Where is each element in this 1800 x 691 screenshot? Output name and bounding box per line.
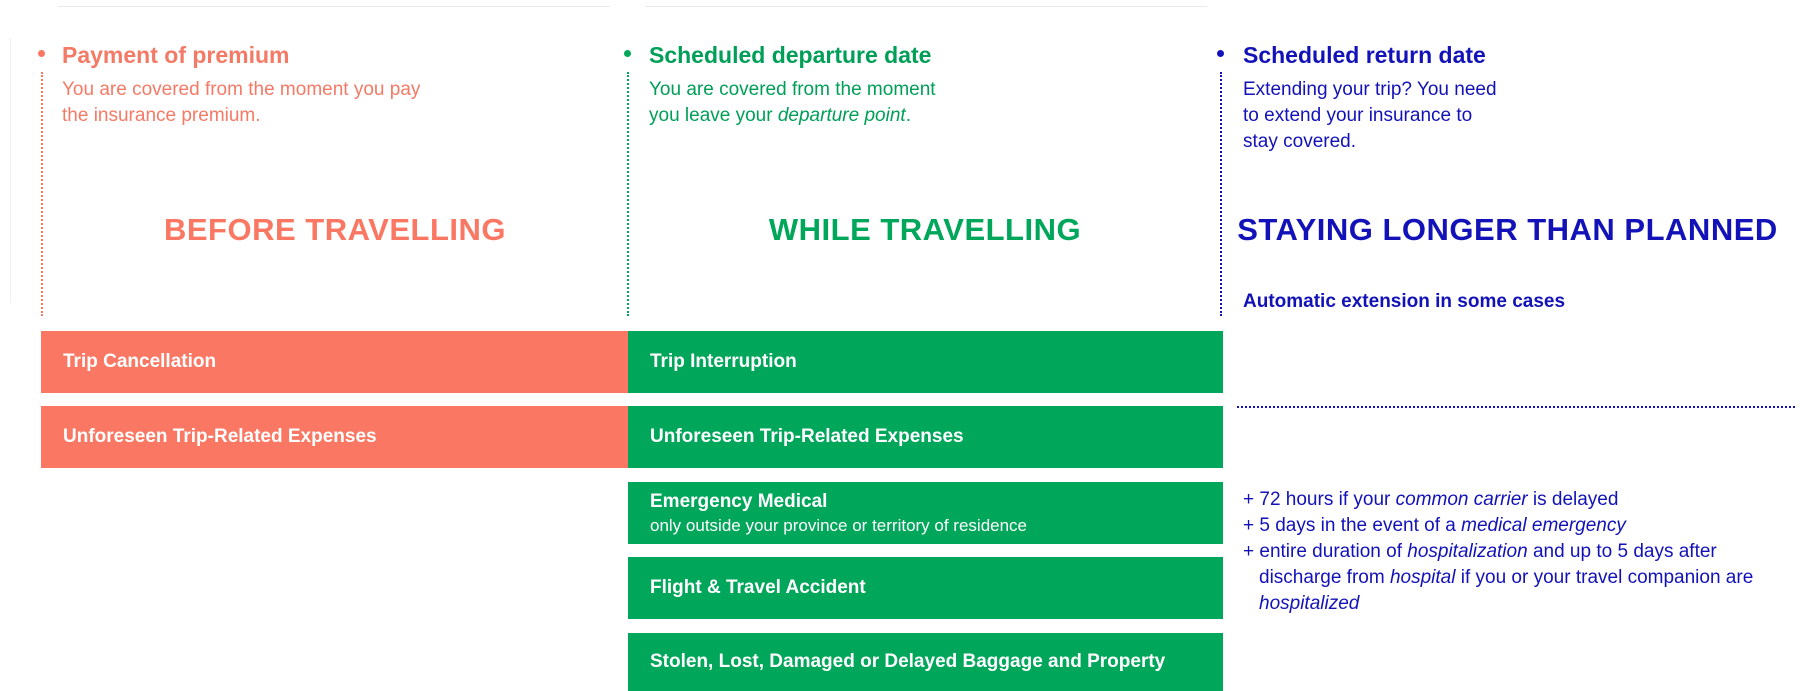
extension-item: + 72 hours if your common carrier is del… [1243,487,1753,513]
extension-item-continued: discharge from hospital if you or your t… [1243,565,1753,591]
premium-title: Payment of premium [62,42,290,68]
extension-term: hospital [1389,567,1456,588]
coverage-label: Trip Cancellation [63,351,217,372]
extension-item-continued: hospitalized [1243,591,1753,617]
phase-heading-while: WHILE TRAVELLING [768,212,1082,247]
coverage-bar-flight-travel-accident: Flight & Travel Accident [628,557,1223,619]
departure-desc-line: you leave your departure point. [649,103,936,129]
coverage-bar-unforeseen-expenses-before: Unforeseen Trip-Related Expenses [41,406,628,468]
timeline-dot-departure [624,50,631,57]
departure-description: You are covered from the moment you leav… [649,77,936,129]
phase-heading-staying: STAYING LONGER THAN PLANNED [1237,212,1778,247]
extension-term: hospitalization [1407,541,1528,562]
premium-desc-line: You are covered from the moment you pay [62,79,421,100]
extension-text: + 5 days in the event of a [1243,515,1462,536]
timeline-line-return [1220,72,1222,316]
extension-term: hospitalized [1259,593,1360,614]
coverage-bar-baggage: Stolen, Lost, Damaged or Delayed Baggage… [628,633,1223,691]
departure-desc-text: you leave your [649,105,778,126]
coverage-label: Unforeseen Trip-Related Expenses [63,426,377,447]
return-desc-line: to extend your insurance to [1243,105,1473,126]
timeline-dot-premium [38,50,45,57]
coverage-label: Emergency Medical [650,490,828,512]
timeline-dot-return [1217,50,1224,57]
top-rule-center [645,6,1207,7]
coverage-bar-trip-interruption: Trip Interruption [628,331,1223,393]
extension-term: medical emergency [1461,515,1626,536]
coverage-bar-unforeseen-expenses-while: Unforeseen Trip-Related Expenses [628,406,1223,468]
extension-text: if you or your travel companion are [1455,567,1754,588]
premium-description: You are covered from the moment you pay … [62,77,420,129]
extension-text: + entire duration of [1243,541,1408,562]
extension-item: + 5 days in the event of a medical emerg… [1243,513,1753,539]
return-desc-line: stay covered. [1243,131,1356,152]
return-desc-line: Extending your trip? You need [1243,79,1497,100]
timeline-line-departure [627,72,629,316]
extension-text: discharge from [1259,567,1390,588]
departure-point-term: departure point [777,105,906,126]
extension-term: common carrier [1395,489,1528,510]
timeline-line-premium [41,72,43,316]
extension-text: is delayed [1527,489,1619,510]
coverage-label: Stolen, Lost, Damaged or Delayed Baggage… [650,651,1166,672]
coverage-label: Unforeseen Trip-Related Expenses [650,426,964,447]
premium-desc-line: the insurance premium. [62,105,261,126]
coverage-bar-trip-cancellation: Trip Cancellation [41,331,628,393]
return-description: Extending your trip? You need to extend … [1243,77,1497,155]
coverage-label: Flight & Travel Accident [650,577,866,598]
return-title: Scheduled return date [1243,42,1486,68]
extension-text: + 72 hours if your [1243,489,1396,510]
phase-heading-before: BEFORE TRAVELLING [163,212,507,247]
extension-list: + 72 hours if your common carrier is del… [1243,487,1753,617]
top-rule-left [58,6,610,7]
extension-text: and up to 5 days after [1527,541,1717,562]
extension-separator [1237,406,1795,408]
extension-item: + entire duration of hospitalization and… [1243,539,1753,565]
left-faint-rule [10,38,11,303]
departure-desc-period: . [905,105,911,126]
departure-title: Scheduled departure date [649,42,932,68]
coverage-label: Trip Interruption [650,351,797,372]
coverage-sublabel: only outside your province or territory … [650,515,1028,535]
departure-desc-line: You are covered from the moment [649,79,936,100]
automatic-extension-note: Automatic extension in some cases [1243,291,1566,312]
coverage-bar-emergency-medical: Emergency Medical only outside your prov… [628,482,1223,544]
